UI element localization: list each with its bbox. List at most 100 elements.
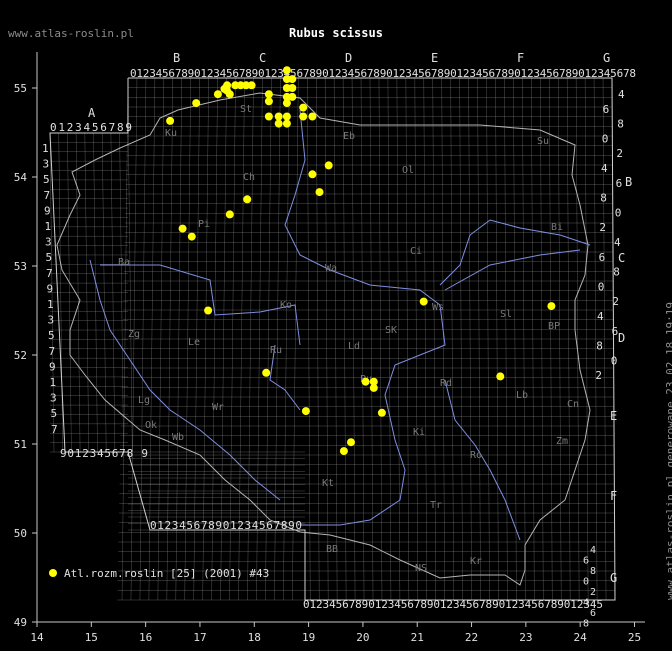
legend-marker <box>49 569 57 577</box>
occurrence-point <box>262 368 271 377</box>
region-label: Eb <box>343 131 355 142</box>
y-tick-label: 52 <box>14 349 27 362</box>
region-label: Kt <box>322 478 334 489</box>
occurrence-point <box>282 119 291 128</box>
grid-letter-top: F <box>517 51 524 65</box>
occurrence-point <box>187 232 196 241</box>
grid-digit-right-low: 0 <box>583 577 589 588</box>
occurrence-point <box>315 188 324 197</box>
y-tick-label: 54 <box>14 171 28 184</box>
region-label: Wr <box>212 402 224 413</box>
grid-digits-a: 0123456789 <box>50 121 132 134</box>
x-axis-ticks: 14 15 16 17 18 19 20 21 22 23 24 25 <box>30 622 641 644</box>
y-tick-label: 53 <box>14 260 27 273</box>
region-label: NS <box>415 563 427 574</box>
grid-digit-left: 9 <box>47 282 54 295</box>
x-tick-label: 14 <box>30 631 44 644</box>
region-label: Lg <box>138 395 150 406</box>
occurrence-point <box>308 170 317 179</box>
grid-digit-left: 1 <box>47 298 54 311</box>
grid-letter-right: F <box>610 489 617 503</box>
region-label: Ko <box>280 300 292 311</box>
grid-digit-left: 7 <box>49 345 56 358</box>
region-label: Ku <box>165 128 177 139</box>
occurrence-point <box>282 112 291 121</box>
grid-digit-right-low: 6 <box>583 556 589 567</box>
grid-digit-right: 2 <box>595 369 602 382</box>
occurrence-point <box>288 92 297 101</box>
grid-letter-top: B <box>173 51 180 65</box>
grid-digit-right-low: 8 <box>590 566 596 577</box>
region-label: Le <box>188 337 200 348</box>
grid-digit-left: 7 <box>46 267 53 280</box>
grid-digit-left: 5 <box>46 251 53 264</box>
occurrence-point <box>282 99 291 108</box>
grid-digit-right: 0 <box>602 132 609 145</box>
grid-digit-left: 5 <box>43 173 50 186</box>
grid-digit-right: 0 <box>615 206 622 219</box>
occurrence-point <box>347 438 355 447</box>
grid-digit-left: 3 <box>43 158 50 171</box>
grid-digit-right: 6 <box>616 177 623 190</box>
x-tick-label: 25 <box>628 631 641 644</box>
grid-digit-left: 9 <box>49 360 56 373</box>
river-bug <box>439 219 591 286</box>
grid-digits-bottom-left: 9012345678 9 <box>60 447 148 460</box>
region-label: Pi <box>198 219 210 230</box>
river-narew <box>444 249 581 291</box>
grid-digit-right-low: 4 <box>583 598 589 609</box>
region-label: Cn <box>567 399 579 410</box>
grid-letter-top: C <box>259 51 266 65</box>
x-tick-label: 19 <box>302 631 315 644</box>
occurrence-point <box>419 297 428 306</box>
occurrence-point <box>299 112 308 121</box>
grid-digit-right-low: 6 <box>590 608 596 619</box>
grid-digit-left: 5 <box>51 407 58 420</box>
occurrence-point <box>213 90 222 99</box>
grid-digits-bottom-b: 012345678901234567890 <box>150 519 302 532</box>
occurrence-point <box>243 195 252 204</box>
grid-digit-right-low: 4 <box>590 545 596 556</box>
grid-digit-left: 1 <box>50 376 57 389</box>
occurrence-point <box>225 90 234 99</box>
legend-label: Atl.rozm.roslin [25] (2001) #43 <box>64 567 269 580</box>
map-stage: www.atlas-roslin.pl Rubus scissus www.at… <box>0 0 672 651</box>
region-label: SK <box>385 325 397 336</box>
region-label: Kr <box>470 556 482 567</box>
region-label: Ci <box>410 246 422 257</box>
x-tick-label: 15 <box>85 631 98 644</box>
grid-digit-right: 8 <box>613 266 620 279</box>
grid-digit-right: 8 <box>617 118 624 131</box>
region-label: Rd <box>440 378 452 389</box>
region-label: Ba <box>118 257 130 268</box>
region-label: Ol <box>402 165 414 176</box>
grid-digit-right: 6 <box>612 325 619 338</box>
occurrence-point <box>547 302 556 311</box>
occurrence-point <box>299 103 308 112</box>
legend: Atl.rozm.roslin [25] (2001) #43 <box>49 567 269 580</box>
grid-letter-right: G <box>610 571 617 585</box>
occurrence-point <box>361 377 370 386</box>
region-label: Ro <box>470 450 482 461</box>
region-label: Ru <box>270 345 282 356</box>
occurrence-point <box>496 372 505 381</box>
grid-digit-left: 5 <box>48 329 55 342</box>
region-label: Ok <box>145 420 157 431</box>
region-label: BB <box>326 544 338 555</box>
grid-letter-top: G <box>603 51 610 65</box>
grid-letter-top: D <box>345 51 352 65</box>
occurrence-point <box>225 210 234 219</box>
grid-digit-right-low: 8 <box>583 619 589 630</box>
grid-digit-right: 8 <box>600 192 607 205</box>
y-tick-label: 51 <box>14 438 27 451</box>
grid-line-v-a <box>128 132 133 453</box>
grid-digit-right: 2 <box>612 295 619 308</box>
grid-letter-right: D <box>618 331 625 345</box>
x-tick-label: 24 <box>574 631 588 644</box>
grid-digit-left: 3 <box>48 314 55 327</box>
grid-letter-right: B <box>625 175 632 189</box>
grid-digit-left: 3 <box>50 392 57 405</box>
region-label: Ch <box>243 172 255 183</box>
x-tick-label: 22 <box>465 631 478 644</box>
grid-digit-right: 6 <box>599 251 606 264</box>
